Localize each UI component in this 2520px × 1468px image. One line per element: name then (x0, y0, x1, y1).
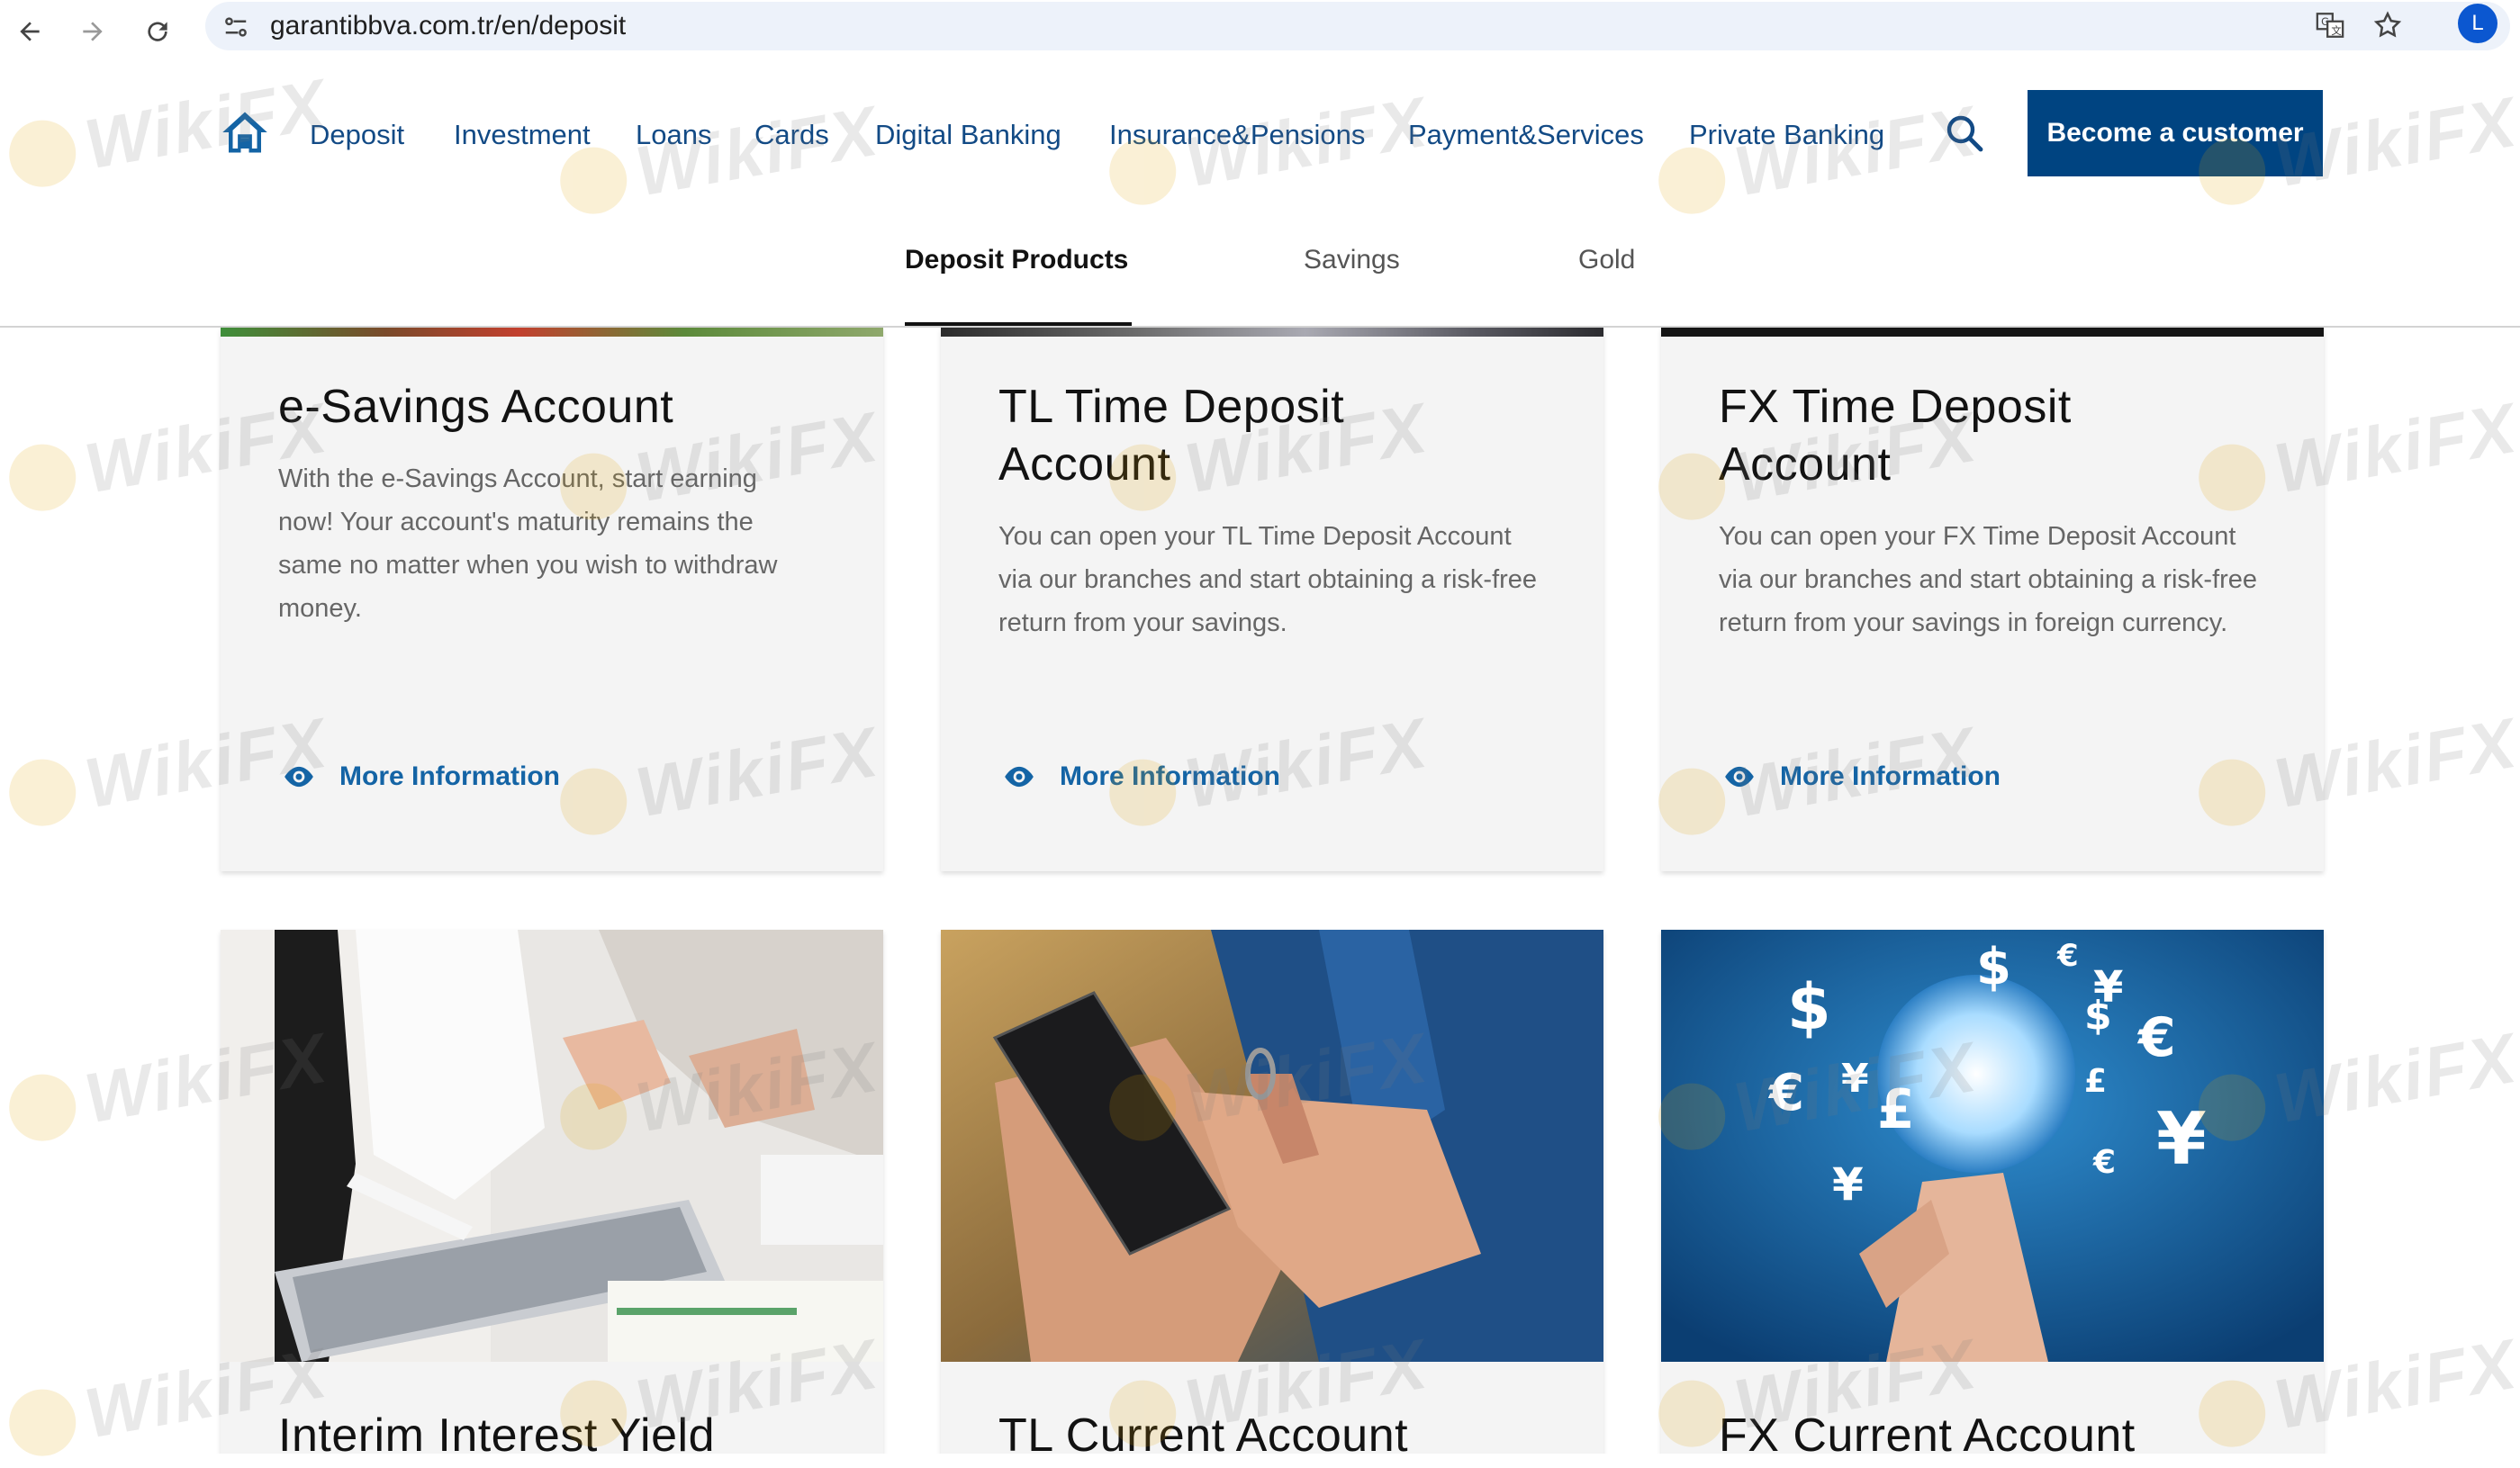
svg-text:€: € (1767, 1064, 1804, 1122)
card-title: e-Savings Account (278, 381, 674, 433)
become-customer-button[interactable]: Become a customer (2028, 90, 2323, 176)
product-card-fx-time-deposit: FX Time Deposit Account You can open you… (1661, 328, 2324, 871)
svg-text:€: € (2056, 938, 2079, 974)
eye-icon (285, 766, 313, 788)
tab-savings[interactable]: Savings (1304, 245, 1400, 275)
svg-text:¥: ¥ (2156, 1097, 2207, 1181)
url-text: garantibbva.com.tr/en/deposit (270, 11, 627, 41)
card-image-edge (941, 328, 1603, 337)
nav-item-investment[interactable]: Investment (454, 119, 591, 151)
more-information-link[interactable]: More Information (1722, 760, 2001, 794)
product-card-fx-current: $ $ $ € € ¥ ¥ ¥ ¥ £ £ € € FX Current Acc… (1661, 930, 2324, 1454)
home-icon[interactable] (221, 108, 269, 157)
more-information-link[interactable]: More Information (282, 760, 560, 794)
nav-item-digital-banking[interactable]: Digital Banking (875, 119, 1061, 151)
nav-item-loans[interactable]: Loans (636, 119, 711, 151)
bookmark-star-icon[interactable] (2370, 7, 2406, 43)
nav-item-payment-services[interactable]: Payment&Services (1408, 119, 1644, 151)
card-title: TL Current Account (998, 1409, 1409, 1454)
product-card-tl-current: TL Current Account (941, 930, 1603, 1454)
more-information-label: More Information (339, 761, 560, 791)
product-card-e-savings: e-Savings Account With the e-Savings Acc… (221, 328, 883, 871)
card-image-edge (1661, 328, 2324, 337)
search-icon[interactable] (1943, 112, 1986, 155)
active-tab-indicator (905, 322, 1132, 326)
site-header: Deposit Investment Loans Cards Digital B… (0, 63, 2520, 202)
svg-text:$: $ (1787, 970, 1831, 1044)
svg-text:¥: ¥ (1841, 1056, 1869, 1102)
card-description: You can open your TL Time Deposit Accoun… (998, 522, 1538, 637)
reload-icon[interactable] (135, 9, 180, 54)
card-description: With the e-Savings Account, start earnin… (278, 464, 778, 623)
svg-text:¥: ¥ (2093, 962, 2123, 1013)
svg-text:¥: ¥ (1832, 1158, 1864, 1211)
card-title: TL Time Deposit Account (998, 381, 1345, 491)
nav-item-insurance-pensions[interactable]: Insurance&Pensions (1109, 119, 1365, 151)
svg-text:£: £ (2084, 1063, 2107, 1100)
product-grid: e-Savings Account With the e-Savings Acc… (0, 328, 2520, 1454)
tab-gold[interactable]: Gold (1578, 245, 1635, 275)
address-bar[interactable]: garantibbva.com.tr/en/deposit (205, 2, 2510, 50)
deposit-subtabs: Deposit Products Savings Gold (0, 200, 2520, 328)
svg-text:文: 文 (2331, 24, 2341, 37)
site-settings-icon[interactable] (218, 9, 254, 45)
card-title: Interim Interest Yield (278, 1409, 715, 1454)
translate-icon[interactable]: G文 (2312, 7, 2348, 43)
currency-globe-photo: $ $ $ € € ¥ ¥ ¥ ¥ £ £ € € (1661, 930, 2324, 1362)
nav-item-cards[interactable]: Cards (754, 119, 829, 151)
more-information-label: More Information (1060, 761, 1280, 791)
svg-text:€: € (2136, 1006, 2176, 1069)
forward-arrow-icon[interactable] (70, 9, 115, 54)
back-arrow-icon[interactable] (7, 9, 52, 54)
smartphone-hand-photo (941, 930, 1603, 1362)
nav-item-deposit[interactable]: Deposit (310, 119, 404, 151)
eye-icon (1005, 766, 1034, 788)
product-card-interim-interest: Interim Interest Yield (221, 930, 883, 1454)
tab-deposit-products[interactable]: Deposit Products (905, 245, 1128, 275)
more-information-label: More Information (1780, 761, 2001, 791)
card-title: FX Current Account (1719, 1409, 2136, 1454)
svg-text:€: € (2092, 1144, 2116, 1181)
svg-text:$: $ (1976, 938, 2011, 996)
nav-item-private-banking[interactable]: Private Banking (1689, 119, 1884, 151)
product-card-tl-time-deposit: TL Time Deposit Account You can open you… (941, 328, 1603, 871)
profile-avatar[interactable]: L (2458, 4, 2497, 43)
eye-icon (1725, 766, 1754, 788)
svg-text:£: £ (1877, 1078, 1915, 1141)
browser-toolbar: garantibbva.com.tr/en/deposit G文 L (0, 0, 2520, 64)
card-title: FX Time Deposit Account (1719, 381, 2072, 491)
tablet-meeting-photo (221, 930, 883, 1362)
card-image-edge (221, 328, 883, 337)
card-description: You can open your FX Time Deposit Accoun… (1719, 522, 2258, 637)
more-information-link[interactable]: More Information (1002, 760, 1280, 794)
